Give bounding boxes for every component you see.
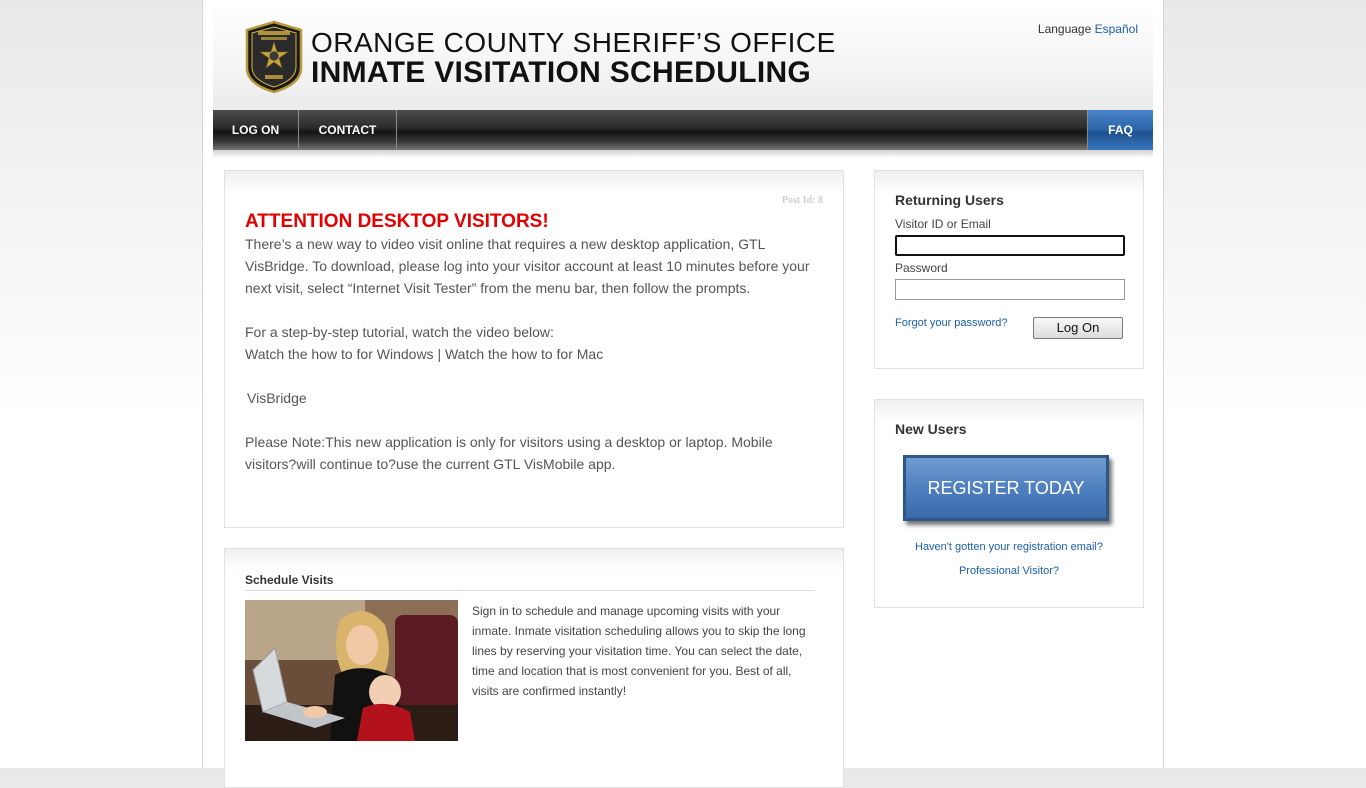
log-on-button[interactable]: Log On [1033, 317, 1123, 339]
windows-tutorial-link[interactable]: Watch the how to for Windows [245, 346, 434, 362]
panel-gradient [875, 171, 1143, 193]
register-today-button[interactable]: REGISTER TODAY [903, 455, 1109, 521]
new-users-title: New Users [895, 421, 967, 437]
returning-users-panel: Returning Users Visitor ID or Email Pass… [874, 170, 1144, 369]
language-espanol-link[interactable]: Español [1095, 22, 1138, 36]
announcement-paragraph: There’s a new way to video visit online … [245, 236, 810, 296]
tutorial-links: Watch the how to for Windows | Watch the… [245, 343, 825, 365]
header-title-agency: ORANGE COUNTY SHERIFF’S OFFICE [311, 27, 836, 58]
panel-gradient [225, 549, 843, 571]
visbridge-image-alt: VisBridge [247, 390, 307, 406]
password-label: Password [895, 261, 948, 275]
visitor-id-label: Visitor ID or Email [895, 217, 991, 231]
schedule-visits-title: Schedule Visits [245, 573, 334, 587]
forgot-password-link[interactable]: Forgot your password? [895, 317, 1008, 329]
link-separator: | [433, 346, 445, 362]
new-users-panel: New Users REGISTER TODAY Haven't gotten … [874, 399, 1144, 608]
announcement-note: Please Note:This new application is only… [245, 434, 773, 472]
panel-gradient [875, 400, 1143, 422]
nav-item-log-on[interactable]: LOG ON [213, 110, 299, 150]
nav-item-contact[interactable]: CONTACT [299, 110, 397, 150]
language-label: Language [1037, 22, 1092, 36]
header-title-app: INMATE VISITATION SCHEDULING [311, 56, 812, 89]
page-container: ORANGE COUNTY SHERIFF’S OFFICE INMATE VI… [202, 0, 1164, 788]
visitor-id-input[interactable] [895, 235, 1125, 256]
section-divider [245, 590, 815, 591]
mother-child-laptop-photo [245, 600, 458, 741]
professional-visitor-link[interactable]: Professional Visitor? [875, 565, 1143, 577]
nav-shadow [213, 150, 1153, 158]
announcement-panel: Post Id: 8 ATTENTION DESKTOP VISITORS! T… [224, 170, 844, 528]
schedule-visits-description: Sign in to schedule and manage upcoming … [472, 604, 806, 698]
tutorial-intro: For a step-by-step tutorial, watch the v… [245, 324, 554, 340]
visbridge-image: VisBridge [245, 387, 825, 409]
schedule-visits-panel: Schedule Visits Sign in to schedule and … [224, 548, 844, 788]
post-id: Post Id: 8 [781, 195, 823, 206]
registration-email-link[interactable]: Haven't gotten your registration email? [875, 541, 1143, 553]
main-nav-bar: LOG ON CONTACT FAQ [213, 110, 1153, 150]
password-input[interactable] [895, 279, 1125, 300]
returning-users-title: Returning Users [895, 192, 1004, 208]
panel-gradient [225, 171, 843, 193]
sheriff-seal-logo [245, 20, 303, 94]
language-switcher: Language Español [1038, 22, 1138, 36]
nav-item-faq[interactable]: FAQ [1087, 110, 1153, 150]
site-header: ORANGE COUNTY SHERIFF’S OFFICE INMATE VI… [213, 0, 1153, 110]
announcement-heading: ATTENTION DESKTOP VISITORS! [245, 211, 549, 232]
mac-tutorial-link[interactable]: Watch the how to for Mac [445, 346, 603, 362]
